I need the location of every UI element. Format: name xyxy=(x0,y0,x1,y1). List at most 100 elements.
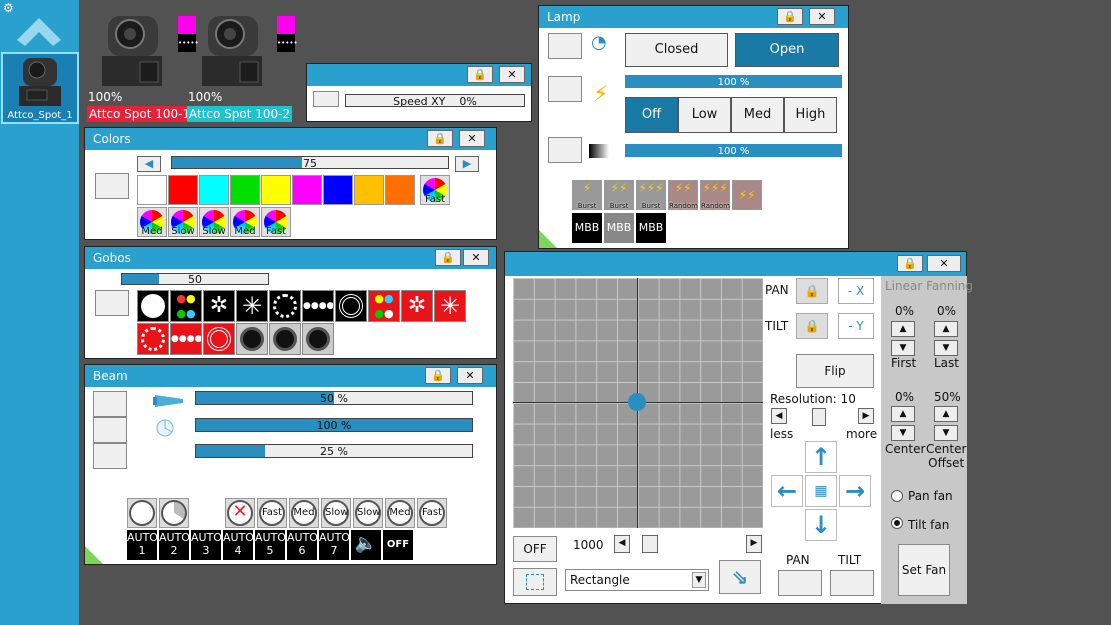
color-swatch[interactable] xyxy=(199,175,229,205)
mbb-button[interactable]: MBB xyxy=(604,213,634,243)
last-down-arrow-icon[interactable]: ▼ xyxy=(934,340,958,356)
tilt-button[interactable] xyxy=(830,570,874,596)
speed-button[interactable] xyxy=(313,91,339,107)
tilt-fan-radio[interactable] xyxy=(891,517,903,529)
center-icon[interactable]: ▦ xyxy=(805,475,837,507)
mbb-button[interactable]: MBB xyxy=(572,213,602,243)
up-arrow-icon[interactable]: ↑ xyxy=(805,441,837,473)
speed-left-arrow-icon[interactable]: ◀ xyxy=(614,535,630,553)
lock-icon[interactable]: 🔒 xyxy=(425,367,451,384)
auto-2-button[interactable]: AUTO 2 xyxy=(159,530,190,560)
center-down-arrow-icon[interactable]: ▼ xyxy=(891,425,915,441)
color-wheel-med[interactable]: Med xyxy=(230,207,260,237)
color-wheel-slow[interactable]: Slow xyxy=(199,207,229,237)
flip-button[interactable]: Flip xyxy=(796,354,874,388)
lamp-button[interactable] xyxy=(548,137,582,163)
closed-button[interactable]: Closed xyxy=(625,33,728,67)
color-swatch[interactable] xyxy=(230,175,260,205)
strobe-off-icon[interactable]: ⚡⚡ xyxy=(732,180,762,210)
speed-slider-thumb[interactable] xyxy=(642,535,658,553)
auto-6-button[interactable]: AUTO 6 xyxy=(287,530,318,560)
resolution-left-arrow-icon[interactable]: ◀ xyxy=(771,408,787,424)
lamp-bar[interactable]: 100 % xyxy=(625,75,842,88)
gobo-dot-line-red-icon[interactable]: ●●●●● xyxy=(170,323,202,355)
off-button[interactable]: OFF xyxy=(383,530,413,560)
gobo-rotate-icon[interactable] xyxy=(269,323,301,355)
close-icon[interactable]: ✕ xyxy=(463,249,489,266)
color-swatch[interactable] xyxy=(168,175,198,205)
strobe-fast[interactable]: Fast xyxy=(257,498,287,528)
gobo-slider[interactable]: 50 xyxy=(121,273,269,285)
sound-icon[interactable]: 🔈 xyxy=(351,530,381,560)
last-up-arrow-icon[interactable]: ▲ xyxy=(934,321,958,337)
left-arrow-icon[interactable]: ◀ xyxy=(137,156,161,172)
first-down-arrow-icon[interactable]: ▼ xyxy=(891,340,915,356)
strobe-fast[interactable]: Fast xyxy=(417,498,447,528)
fixture-2[interactable]: 100% xyxy=(188,12,278,104)
auto-1-button[interactable]: AUTO 1 xyxy=(127,530,158,560)
mbb-button[interactable]: MBB xyxy=(636,213,666,243)
up-chevron-icon[interactable] xyxy=(15,10,63,50)
strobe-off-icon[interactable]: ✕ xyxy=(225,498,255,528)
beam-bar-iris[interactable]: 100 % xyxy=(195,418,473,432)
burst-effect[interactable]: ⚡⚡⚡ Burst xyxy=(636,180,666,210)
gobo-rotate-icon[interactable] xyxy=(236,323,268,355)
color-slider[interactable]: 75 xyxy=(171,156,449,169)
gobo-starburst-red-icon[interactable]: ✳ xyxy=(434,290,466,322)
tilt-lock-icon[interactable]: 🔒 xyxy=(796,313,828,339)
lock-icon[interactable]: 🔒 xyxy=(777,8,803,25)
strobe-slow[interactable]: Slow xyxy=(353,498,383,528)
gobo-spiral-red-icon[interactable] xyxy=(203,323,235,355)
close-icon[interactable]: ✕ xyxy=(809,8,835,25)
pan-lock-icon[interactable]: 🔒 xyxy=(796,278,828,304)
select-area-icon[interactable] xyxy=(513,568,557,596)
auto-4-button[interactable]: AUTO 4 xyxy=(223,530,254,560)
gobo-dot-line-icon[interactable]: ●●●●● xyxy=(302,290,334,322)
auto-5-button[interactable]: AUTO 5 xyxy=(255,530,286,560)
color-swatch[interactable] xyxy=(137,175,167,205)
beam-bar-focus[interactable]: 25 % xyxy=(195,444,473,458)
strobe-med[interactable]: Med xyxy=(289,498,319,528)
fixture-1[interactable]: 100% xyxy=(88,12,178,104)
set-fan-button[interactable]: Set Fan xyxy=(898,544,950,596)
burst-effect[interactable]: ⚡ Burst xyxy=(572,180,602,210)
color-wheel-fast[interactable]: Fast xyxy=(420,175,450,205)
pan-button[interactable] xyxy=(778,570,822,596)
color-swatch[interactable] xyxy=(292,175,322,205)
right-arrow-icon[interactable]: ▶ xyxy=(455,156,479,172)
color-swatch[interactable] xyxy=(323,175,353,205)
gobo-dotted-circle-icon[interactable] xyxy=(269,290,301,322)
random-effect[interactable]: ⚡⚡⚡ Random xyxy=(700,180,730,210)
burst-effect[interactable]: ⚡⚡ Burst xyxy=(604,180,634,210)
gear-icon[interactable]: ⚙ xyxy=(3,2,14,14)
close-icon[interactable]: ✕ xyxy=(457,367,483,384)
color-button[interactable] xyxy=(95,173,129,199)
offset-down-arrow-icon[interactable]: ▼ xyxy=(934,425,958,441)
lock-icon[interactable]: 🔒 xyxy=(897,255,923,272)
auto-3-button[interactable]: AUTO 3 xyxy=(191,530,222,560)
shape-select[interactable]: Rectangle ▼ xyxy=(565,569,709,591)
gobo-dots-color-red-icon[interactable]: ●● ●● xyxy=(368,290,400,322)
speed-bar[interactable]: Speed XY 0% xyxy=(345,94,525,107)
lamp-med-button[interactable]: Med xyxy=(731,97,784,133)
speed-right-arrow-icon[interactable]: ▶ xyxy=(746,535,762,553)
lock-icon[interactable]: 🔒 xyxy=(435,249,461,266)
close-icon[interactable]: ✕ xyxy=(459,130,485,147)
center-up-arrow-icon[interactable]: ▲ xyxy=(891,406,915,422)
lock-icon[interactable]: 🔒 xyxy=(427,130,453,147)
resolution-slider-thumb[interactable] xyxy=(812,408,826,426)
first-up-arrow-icon[interactable]: ▲ xyxy=(891,321,915,337)
beam-button[interactable] xyxy=(93,443,127,469)
lock-icon[interactable]: 🔒 xyxy=(467,66,493,83)
lamp-button[interactable] xyxy=(548,33,582,59)
gobo-pinwheel-icon[interactable]: ✲ xyxy=(203,290,235,322)
beam-button[interactable] xyxy=(93,417,127,443)
position-handle[interactable] xyxy=(628,393,646,411)
gobo-pinwheel-red-icon[interactable]: ✲ xyxy=(401,290,433,322)
gobo-button[interactable] xyxy=(95,290,129,316)
offset-up-arrow-icon[interactable]: ▲ xyxy=(934,406,958,422)
beam-button[interactable] xyxy=(93,391,127,417)
close-icon[interactable]: ✕ xyxy=(927,255,961,272)
lamp-off-button[interactable]: Off xyxy=(625,97,678,133)
fixture-tile[interactable]: Attco_Spot_1 xyxy=(1,52,79,124)
